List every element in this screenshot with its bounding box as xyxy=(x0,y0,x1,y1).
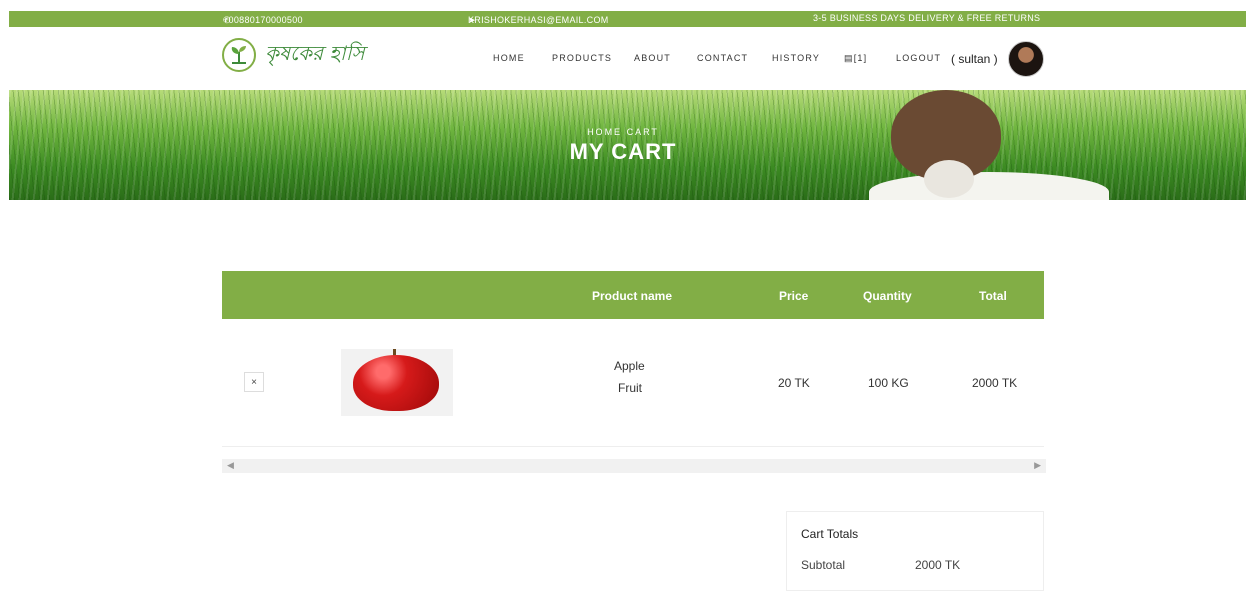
brand-name: কৃষকের হাসি xyxy=(265,40,365,65)
horizontal-scrollbar[interactable]: ◀ ▶ xyxy=(222,459,1046,473)
subtotal-value: 2000 TK xyxy=(915,558,961,572)
cart-totals-title: Cart Totals xyxy=(801,527,859,541)
page-title: MY CART xyxy=(569,139,677,164)
nav-logout[interactable]: LOGOUT xyxy=(896,53,941,63)
nav-products[interactable]: PRODUCTS xyxy=(552,53,612,63)
product-category: Fruit xyxy=(618,381,642,395)
nav-home[interactable]: HOME xyxy=(493,53,525,63)
sprout-logo-icon xyxy=(222,38,256,72)
main-navbar: কৃষকের হাসি HOME PRODUCTS ABOUT CONTACT … xyxy=(0,27,1246,90)
apple-image xyxy=(353,355,439,411)
top-info-bar: ✆ +00880170000500 ➤ KRISHOKERHASI@EMAIL.CO… xyxy=(9,11,1246,27)
breadcrumb: HOME CART xyxy=(0,127,1246,137)
product-name: Apple xyxy=(614,359,645,373)
scroll-left-icon[interactable]: ◀ xyxy=(227,460,234,471)
cart-table: Product name Price Quantity Total × Appl… xyxy=(222,271,1044,447)
cart-count: [1] xyxy=(853,53,868,63)
header-price: Price xyxy=(779,289,809,303)
avatar[interactable] xyxy=(1008,41,1044,77)
subtotal-label: Subtotal xyxy=(801,558,846,572)
nav-contact[interactable]: CONTACT xyxy=(697,53,748,63)
nav-history[interactable]: HISTORY xyxy=(772,53,820,63)
product-quantity: 100 KG xyxy=(868,376,909,390)
remove-item-button[interactable]: × xyxy=(244,372,264,392)
header-quantity: Quantity xyxy=(863,289,912,303)
username-label: ( sultan ) xyxy=(951,52,998,66)
breadcrumb-cart: CART xyxy=(626,127,659,137)
delivery-info: 3-5 BUSINESS DAYS DELIVERY & FREE RETURN… xyxy=(813,13,1041,23)
cart-totals-box: Cart Totals Subtotal 2000 TK xyxy=(786,511,1044,591)
nav-about[interactable]: ABOUT xyxy=(634,53,671,63)
header-product-name: Product name xyxy=(592,289,673,303)
table-header: Product name Price Quantity Total xyxy=(222,271,1044,319)
product-total: 2000 TK xyxy=(972,376,1018,390)
brand-logo[interactable]: কৃষকের হাসি xyxy=(222,38,365,72)
breadcrumb-home[interactable]: HOME xyxy=(587,127,622,137)
cart-icon: ▤ xyxy=(844,53,854,63)
scroll-right-icon[interactable]: ▶ xyxy=(1034,460,1041,471)
nav-cart[interactable]: ▤[1] xyxy=(844,53,867,64)
header-total: Total xyxy=(979,289,1007,303)
product-price: 20 TK xyxy=(778,376,810,390)
table-row: × Apple Fruit 20 TK 100 KG 2000 TK xyxy=(222,319,1044,447)
product-image xyxy=(341,349,453,416)
